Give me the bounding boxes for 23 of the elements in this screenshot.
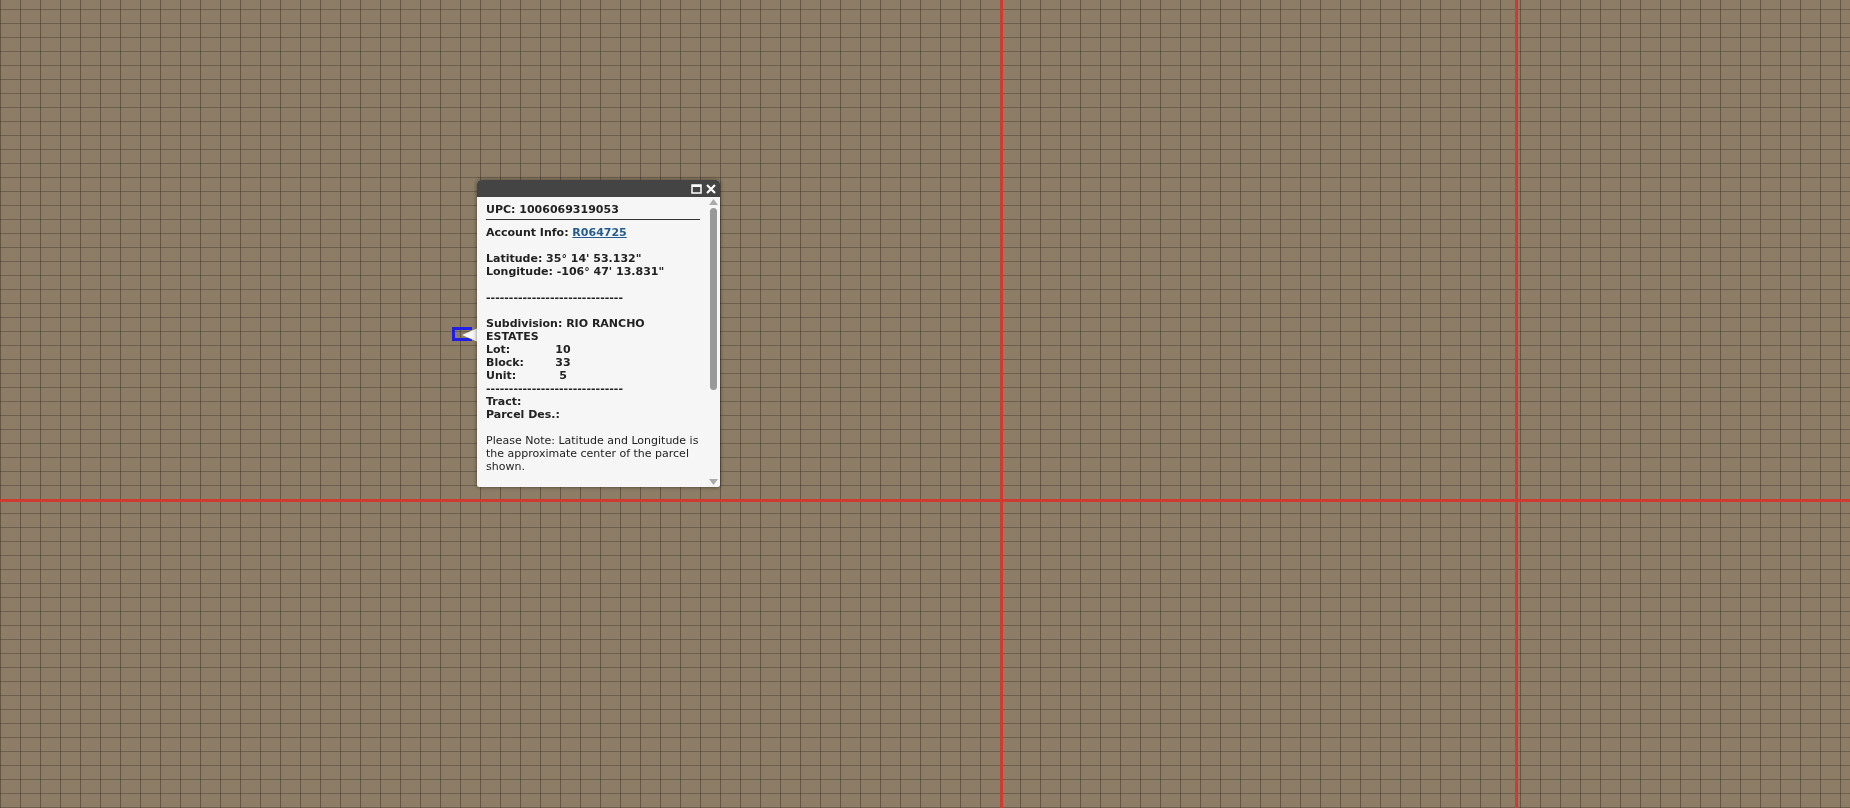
latitude-text: Latitude: 35° 14' 53.132" — [486, 252, 643, 265]
scroll-up-icon[interactable] — [709, 199, 718, 205]
parcel-description-label: Parcel Des.: — [486, 408, 561, 421]
note-text: Please Note: Latitude and Longitude is the approximate center of the parcel shown. — [486, 434, 700, 473]
upc-text: UPC: 1006069319053 — [486, 203, 619, 216]
detail-label: Unit: — [486, 369, 518, 382]
longitude-text: Longitude: -106° 47' 13.831" — [486, 265, 666, 278]
detail-value: 33 — [554, 356, 572, 369]
account-link[interactable]: R064725 — [572, 226, 627, 239]
maximize-icon[interactable] — [691, 183, 702, 194]
detail-value: 5 — [558, 369, 568, 382]
separator-text: ------------------------------ — [486, 291, 624, 304]
close-icon[interactable] — [706, 183, 716, 194]
separator-text: ------------------------------ — [486, 382, 624, 395]
subdivision-text: Subdivision: RIO RANCHO ESTATES — [486, 317, 646, 343]
scroll-thumb[interactable] — [710, 208, 717, 390]
detail-label: Block: — [486, 356, 525, 369]
scrollbar[interactable] — [709, 199, 718, 485]
scroll-down-icon[interactable] — [709, 479, 718, 485]
tract-label: Tract: — [486, 395, 523, 408]
detail-value: 10 — [554, 343, 572, 356]
account-label: Account Info: — [486, 226, 570, 239]
detail-label: Lot: — [486, 343, 512, 356]
